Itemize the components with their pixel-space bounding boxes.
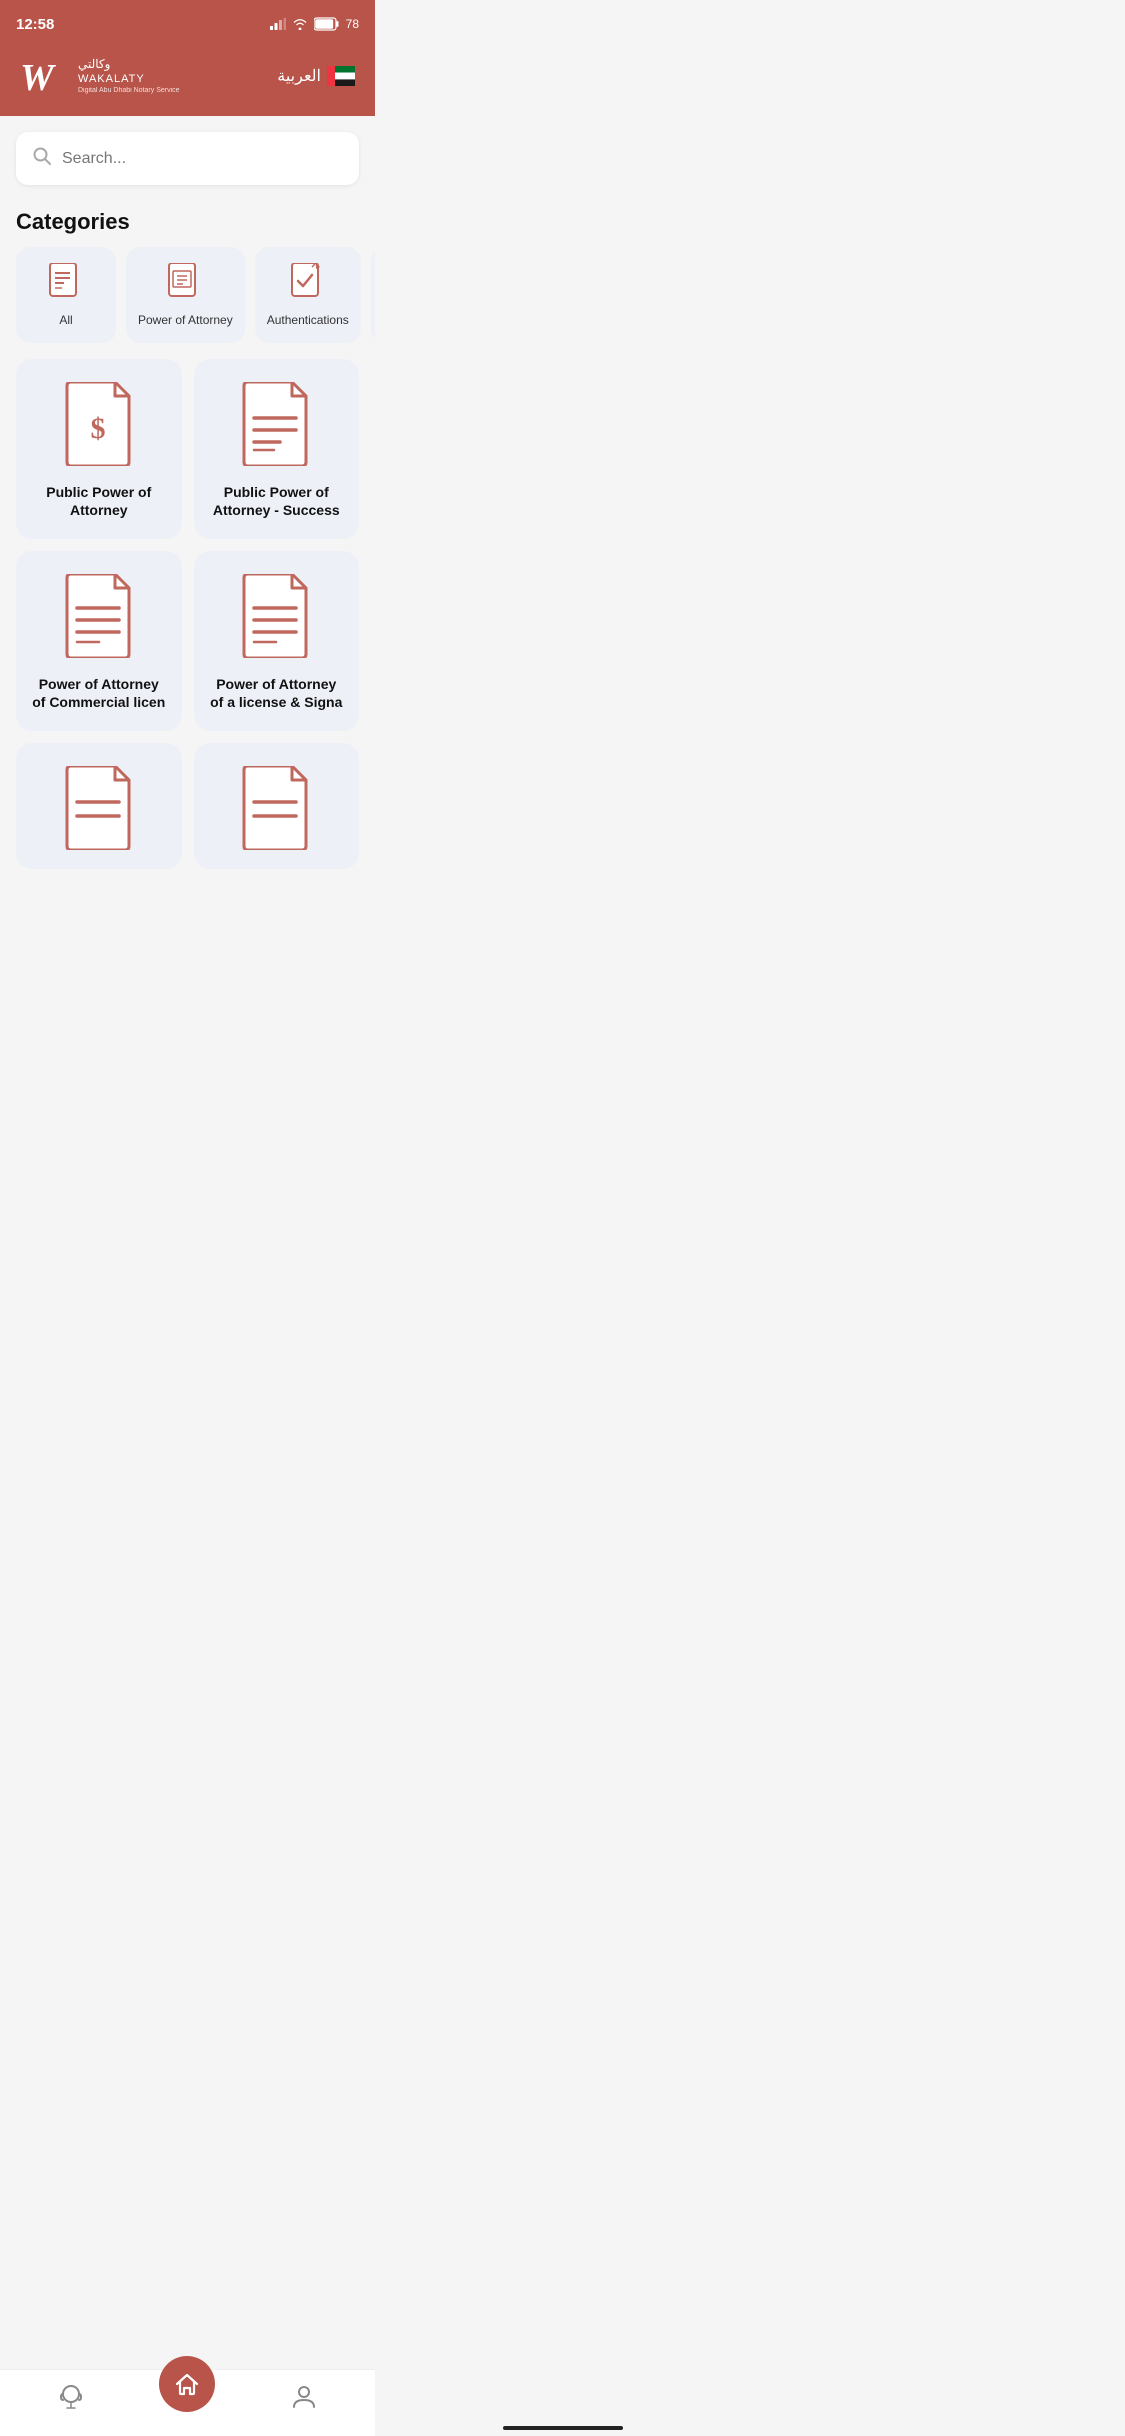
main-content: Categories All xyxy=(0,132,375,965)
grid-card-poa-commercial-label: Power of Attorney of Commercial licen xyxy=(32,675,166,711)
tab-mi-of[interactable]: Mi of xyxy=(371,247,375,343)
bottom-nav xyxy=(0,2369,375,2436)
grid-card-poa-success[interactable]: Public Power of Attorney - Success xyxy=(194,359,360,539)
logo-tagline: Digital Abu Dhabi Notary Service xyxy=(78,86,180,95)
wifi-icon xyxy=(292,18,308,30)
grid-card-poa-license-icon xyxy=(236,571,316,661)
home-icon xyxy=(174,2371,200,2397)
battery-icon xyxy=(314,17,340,31)
status-bar: 12:58 78 xyxy=(0,0,375,44)
battery-text: 78 xyxy=(346,17,359,31)
support-icon xyxy=(57,2382,85,2410)
logo-icon: W xyxy=(20,56,70,96)
grid-card-row3-right[interactable] xyxy=(194,743,360,869)
status-icons: 78 xyxy=(270,17,359,31)
tab-authentications-icon xyxy=(286,261,330,305)
tab-authentications[interactable]: Authentications xyxy=(255,247,361,343)
search-bar[interactable] xyxy=(16,132,359,185)
grid-card-public-poa-icon: $ xyxy=(59,379,139,469)
grid-card-poa-success-icon xyxy=(236,379,316,469)
grid-card-poa-success-label: Public Power of Attorney - Success xyxy=(210,483,344,519)
categories-title: Categories xyxy=(0,201,375,247)
tab-all-icon xyxy=(44,261,88,305)
search-input[interactable] xyxy=(62,150,343,168)
nav-profile[interactable] xyxy=(290,2382,318,2410)
grid-card-public-poa-label: Public Power of Attorney xyxy=(32,483,166,519)
uae-flag-icon xyxy=(327,66,355,86)
logo-text: وكالتي WAKALATY Digital Abu Dhabi Notary… xyxy=(78,57,180,96)
services-grid: $ Public Power of Attorney Public Power … xyxy=(0,359,375,869)
grid-card-poa-license-label: Power of Attorney of a license & Signa xyxy=(210,675,344,711)
language-label: العربية xyxy=(277,66,321,86)
home-button[interactable] xyxy=(159,2356,215,2412)
grid-card-row3-left[interactable] xyxy=(16,743,182,869)
grid-card-row3-left-icon xyxy=(59,763,139,853)
grid-card-poa-commercial[interactable]: Power of Attorney of Commercial licen xyxy=(16,551,182,731)
logo-en: WAKALATY xyxy=(78,72,180,86)
svg-text:W: W xyxy=(20,57,57,96)
home-indicator xyxy=(503,2426,623,2430)
grid-card-poa-commercial-icon xyxy=(59,571,139,661)
tab-power-attorney-label: Power of Attorney xyxy=(138,313,233,329)
grid-card-poa-license[interactable]: Power of Attorney of a license & Signa xyxy=(194,551,360,731)
tab-authentications-label: Authentications xyxy=(267,313,349,329)
grid-card-row3-right-icon xyxy=(236,763,316,853)
nav-support[interactable] xyxy=(57,2382,85,2410)
tab-power-attorney[interactable]: Power of Attorney xyxy=(126,247,245,343)
language-button[interactable]: العربية xyxy=(277,66,355,86)
svg-text:$: $ xyxy=(90,412,105,445)
logo-arabic: وكالتي xyxy=(78,57,180,73)
profile-icon xyxy=(290,2382,318,2410)
grid-card-public-poa[interactable]: $ Public Power of Attorney xyxy=(16,359,182,539)
signal-icon xyxy=(270,18,286,30)
tab-all[interactable]: All xyxy=(16,247,116,343)
app-header: W وكالتي WAKALATY Digital Abu Dhabi Nota… xyxy=(0,44,375,116)
category-tabs: All Power of Attorney xyxy=(0,247,375,359)
status-time: 12:58 xyxy=(16,16,54,33)
search-icon xyxy=(32,146,52,171)
tab-all-label: All xyxy=(59,313,72,329)
logo: W وكالتي WAKALATY Digital Abu Dhabi Nota… xyxy=(20,56,180,96)
tab-power-attorney-icon xyxy=(163,261,207,305)
